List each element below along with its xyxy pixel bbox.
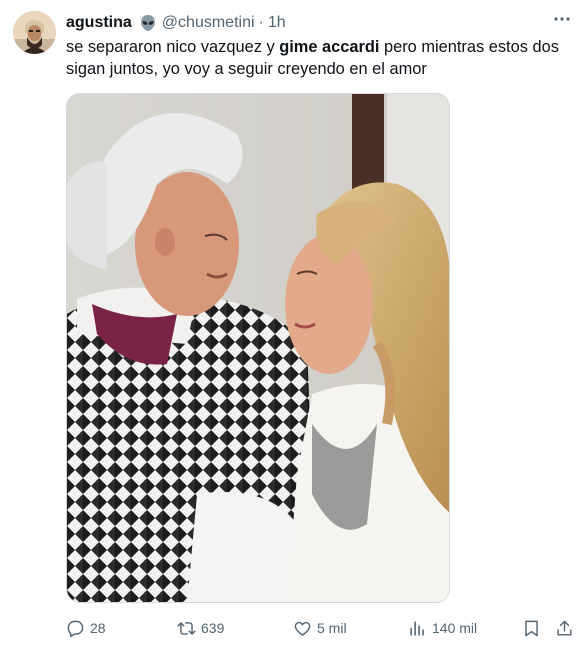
- more-options-button[interactable]: [551, 10, 573, 32]
- bookmark-button[interactable]: [522, 617, 546, 639]
- more-icon: [553, 10, 571, 33]
- like-count: 5 mil: [317, 620, 347, 636]
- like-button[interactable]: 5 mil: [293, 617, 347, 639]
- tweet-photo[interactable]: [66, 93, 450, 603]
- heart-icon: [294, 621, 311, 636]
- alien-emoji-icon: [139, 14, 157, 32]
- bookmark-icon: [525, 620, 538, 636]
- tweet-actions: 28 639 5 mil 140 mil: [66, 617, 576, 639]
- share-button[interactable]: [555, 617, 579, 639]
- tweet-timestamp[interactable]: 1h: [268, 14, 286, 32]
- tweet-text-bold-name: gime accardi: [279, 38, 380, 56]
- photo-couple-image: [67, 94, 449, 602]
- share-icon: [557, 620, 572, 636]
- views-button[interactable]: 140 mil: [408, 617, 477, 639]
- avatar[interactable]: [13, 11, 56, 54]
- reply-button[interactable]: 28: [66, 617, 106, 639]
- retweet-button[interactable]: 639: [177, 617, 224, 639]
- retweet-count: 639: [201, 620, 225, 636]
- analytics-icon: [410, 620, 424, 636]
- tweet-header: agustina @chusmetini · 1h: [66, 12, 286, 34]
- author-handle[interactable]: @chusmetini: [162, 14, 255, 32]
- tweet-card[interactable]: agustina @chusmetini · 1h se separaron n…: [0, 0, 586, 649]
- separator-dot: ·: [258, 14, 264, 31]
- tweet-text-part-1: se separaron nico vazquez y: [66, 38, 280, 56]
- reply-count: 28: [90, 620, 106, 636]
- tweet-text: se separaron nico vazquez y gime accardi…: [66, 36, 566, 80]
- reply-icon: [67, 620, 84, 637]
- views-count: 140 mil: [432, 620, 478, 636]
- author-name[interactable]: agustina: [66, 14, 132, 32]
- retweet-icon: [177, 621, 196, 635]
